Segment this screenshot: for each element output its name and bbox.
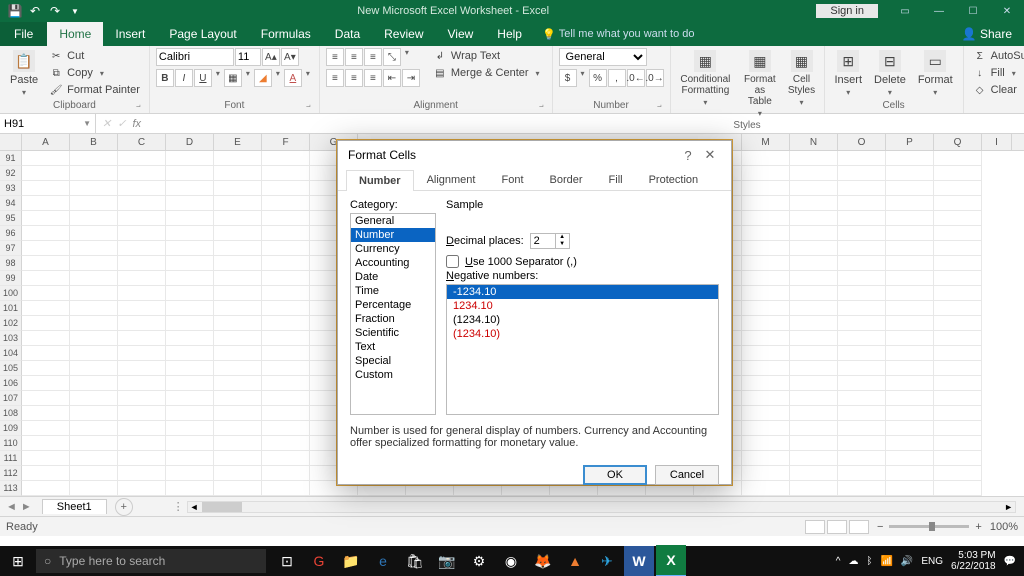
help-icon[interactable]: ? (677, 148, 699, 163)
category-item[interactable]: General (351, 214, 435, 228)
decimal-places-label: Decimal places: (446, 235, 524, 247)
category-item[interactable]: Percentage (351, 298, 435, 312)
dialog-title: Format Cells (348, 148, 416, 162)
category-description: Number is used for general display of nu… (338, 421, 731, 459)
category-item[interactable]: Currency (351, 242, 435, 256)
cancel-button[interactable]: Cancel (655, 465, 719, 485)
dialog-backdrop: Format Cells ? ✕ Number Alignment Font B… (0, 0, 1024, 546)
negative-item[interactable]: -1234.10 (447, 285, 718, 299)
category-item[interactable]: Text (351, 340, 435, 354)
cortana-icon: ○ (44, 554, 51, 568)
spin-down-icon[interactable]: ▼ (556, 241, 569, 248)
use-separator-label: Use 1000 Separator (,) (465, 256, 577, 268)
wifi-icon[interactable]: 📶 (880, 556, 892, 567)
notifications-icon[interactable]: 💬 (1004, 556, 1016, 567)
start-button[interactable]: ⊞ (0, 553, 36, 570)
category-item[interactable]: Number (351, 228, 435, 242)
category-list[interactable]: GeneralNumberCurrencyAccountingDateTimeP… (350, 213, 436, 415)
spin-up-icon[interactable]: ▲ (556, 234, 569, 241)
vlc-icon[interactable]: ▲ (560, 546, 590, 576)
firefox-icon[interactable]: 🦊 (528, 546, 558, 576)
negative-numbers-list[interactable]: -1234.101234.10(1234.10)(1234.10) (446, 284, 719, 415)
search-placeholder: Type here to search (59, 554, 165, 568)
dialog-tabs: Number Alignment Font Border Fill Protec… (338, 169, 731, 191)
dialog-tab-protection[interactable]: Protection (636, 169, 712, 190)
format-cells-dialog: Format Cells ? ✕ Number Alignment Font B… (337, 140, 732, 485)
negative-item[interactable]: (1234.10) (447, 313, 718, 327)
volume-icon[interactable]: 🔊 (901, 556, 913, 567)
taskbar-excel[interactable]: X (656, 546, 686, 576)
negative-item[interactable]: 1234.10 (447, 299, 718, 313)
close-icon[interactable]: ✕ (699, 147, 721, 163)
ok-button[interactable]: OK (583, 465, 647, 485)
telegram-icon[interactable]: ✈ (592, 546, 622, 576)
dialog-tab-border[interactable]: Border (537, 169, 596, 190)
chrome-icon[interactable]: ◉ (496, 546, 526, 576)
category-item[interactable]: Date (351, 270, 435, 284)
category-label: Category: (350, 199, 436, 211)
settings-icon[interactable]: ⚙ (464, 546, 494, 576)
onedrive-icon[interactable]: ☁ (848, 556, 858, 567)
use-separator-checkbox[interactable] (446, 255, 459, 268)
decimal-places-input[interactable] (530, 233, 556, 249)
dialog-tab-font[interactable]: Font (488, 169, 536, 190)
category-item[interactable]: Accounting (351, 256, 435, 270)
bluetooth-icon[interactable]: ᛒ (866, 556, 872, 567)
store-icon[interactable]: 🛍 (400, 546, 430, 576)
category-item[interactable]: Time (351, 284, 435, 298)
taskbar-word[interactable]: W (624, 546, 654, 576)
tray-overflow-icon[interactable]: ^ (836, 556, 841, 567)
category-item[interactable]: Custom (351, 368, 435, 382)
task-view-icon[interactable]: ⊡ (272, 546, 302, 576)
decimal-places-spinner[interactable]: ▲▼ (530, 233, 570, 249)
negative-numbers-label: Negative numbers: (446, 270, 719, 282)
taskbar-clock[interactable]: 5:03 PM 6/22/2018 (951, 550, 996, 572)
category-item[interactable]: Scientific (351, 326, 435, 340)
edge-icon[interactable]: e (368, 546, 398, 576)
windows-taskbar: ⊞ ○ Type here to search ⊡ G 📁 e 🛍 📷 ⚙ ◉ … (0, 546, 1024, 576)
google-logo-icon[interactable]: G (304, 546, 334, 576)
category-item[interactable]: Special (351, 354, 435, 368)
category-item[interactable]: Fraction (351, 312, 435, 326)
dialog-tab-alignment[interactable]: Alignment (414, 169, 489, 190)
negative-item[interactable]: (1234.10) (447, 327, 718, 341)
dialog-tab-number[interactable]: Number (346, 170, 414, 191)
language-indicator[interactable]: ENG (921, 556, 943, 567)
camera-icon[interactable]: 📷 (432, 546, 462, 576)
sample-label: Sample (446, 199, 483, 211)
taskbar-search[interactable]: ○ Type here to search (36, 549, 266, 573)
dialog-tab-fill[interactable]: Fill (596, 169, 636, 190)
folder-icon[interactable]: 📁 (336, 546, 366, 576)
